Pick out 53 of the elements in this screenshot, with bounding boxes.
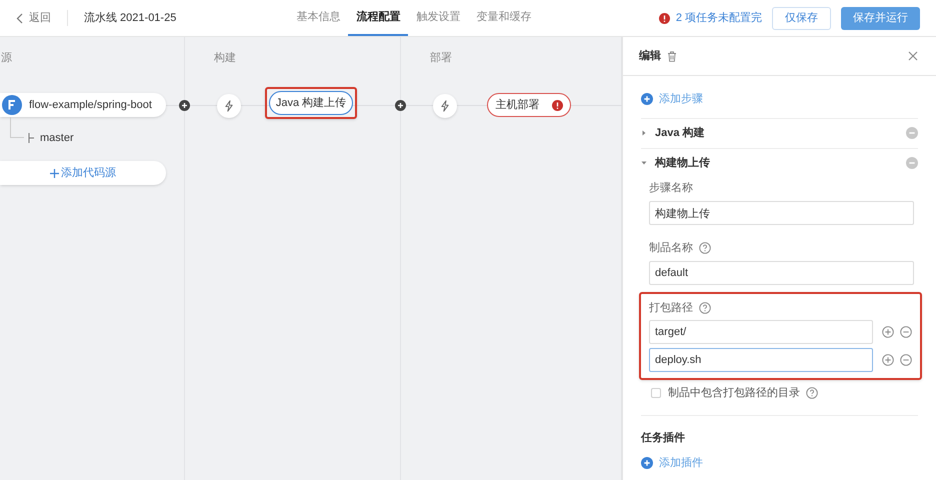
minus-icon[interactable] xyxy=(900,354,912,366)
plus-icon[interactable] xyxy=(641,93,653,106)
plus-icon[interactable] xyxy=(641,457,653,470)
add-source-button[interactable]: 添加代码源 xyxy=(0,161,166,185)
pipeline-title: 流水线 2021-01-25 xyxy=(84,10,176,26)
caret-down-icon[interactable] xyxy=(641,160,647,166)
help-icon[interactable] xyxy=(806,387,818,400)
minus-icon[interactable] xyxy=(900,326,912,338)
step-title[interactable]: 构建物上传 xyxy=(655,154,710,172)
field-label: 步骤名称 xyxy=(649,180,694,196)
task-node[interactable]: 主机部署 xyxy=(487,93,571,117)
add-stage-icon[interactable] xyxy=(395,100,406,111)
branch-icon xyxy=(28,133,35,144)
input-field[interactable]: 构建物上传 xyxy=(649,201,914,225)
logo-icon xyxy=(2,95,22,115)
add-stage-icon[interactable] xyxy=(179,100,190,111)
tab[interactable]: 变量和缓存 xyxy=(468,0,540,36)
chevron-left-icon xyxy=(16,12,23,24)
help-icon[interactable] xyxy=(699,302,711,314)
branch-label: master xyxy=(40,131,74,146)
lightning-icon xyxy=(440,100,450,112)
input-field[interactable]: target/ xyxy=(649,320,873,344)
help-icon[interactable] xyxy=(699,242,711,254)
field-label: 制品名称 xyxy=(649,241,693,256)
close-icon[interactable] xyxy=(908,51,918,61)
back-button[interactable]: 返回 xyxy=(16,10,68,26)
trash-icon[interactable] xyxy=(667,50,677,62)
panel-title: 编辑 xyxy=(639,48,661,64)
plus-icon xyxy=(50,168,59,178)
lightning-icon xyxy=(224,100,234,112)
warning-text: 2 项任务未配置完 xyxy=(676,10,762,26)
trigger-node[interactable] xyxy=(433,94,457,118)
stage-label: 源 xyxy=(1,52,12,64)
stage-label: 部署 xyxy=(430,52,452,64)
stage-label: 构建 xyxy=(214,52,236,64)
error-icon xyxy=(552,100,562,110)
plus-icon[interactable] xyxy=(882,326,894,338)
trigger-node[interactable] xyxy=(217,94,241,118)
tab[interactable]: 触发设置 xyxy=(408,0,468,36)
plus-icon[interactable] xyxy=(882,354,894,366)
tab[interactable]: 基本信息 xyxy=(288,0,348,36)
error-icon xyxy=(658,12,670,24)
section-title: 任务插件 xyxy=(641,430,686,446)
field-label: 打包路径 xyxy=(649,300,693,316)
checkbox[interactable] xyxy=(651,388,661,398)
caret-right-icon[interactable] xyxy=(641,130,647,136)
step-title[interactable]: Java 构建 xyxy=(655,124,705,142)
input-field[interactable]: deploy.sh xyxy=(649,348,873,372)
task-node[interactable]: Java 构建上传 xyxy=(269,91,353,115)
checkbox-label: 制品中包含打包路径的目录 xyxy=(668,386,800,401)
repo-card[interactable]: flow-example/spring-boot xyxy=(0,93,166,117)
input-field[interactable]: default xyxy=(649,260,914,284)
save-button[interactable]: 仅保存 xyxy=(772,6,831,30)
